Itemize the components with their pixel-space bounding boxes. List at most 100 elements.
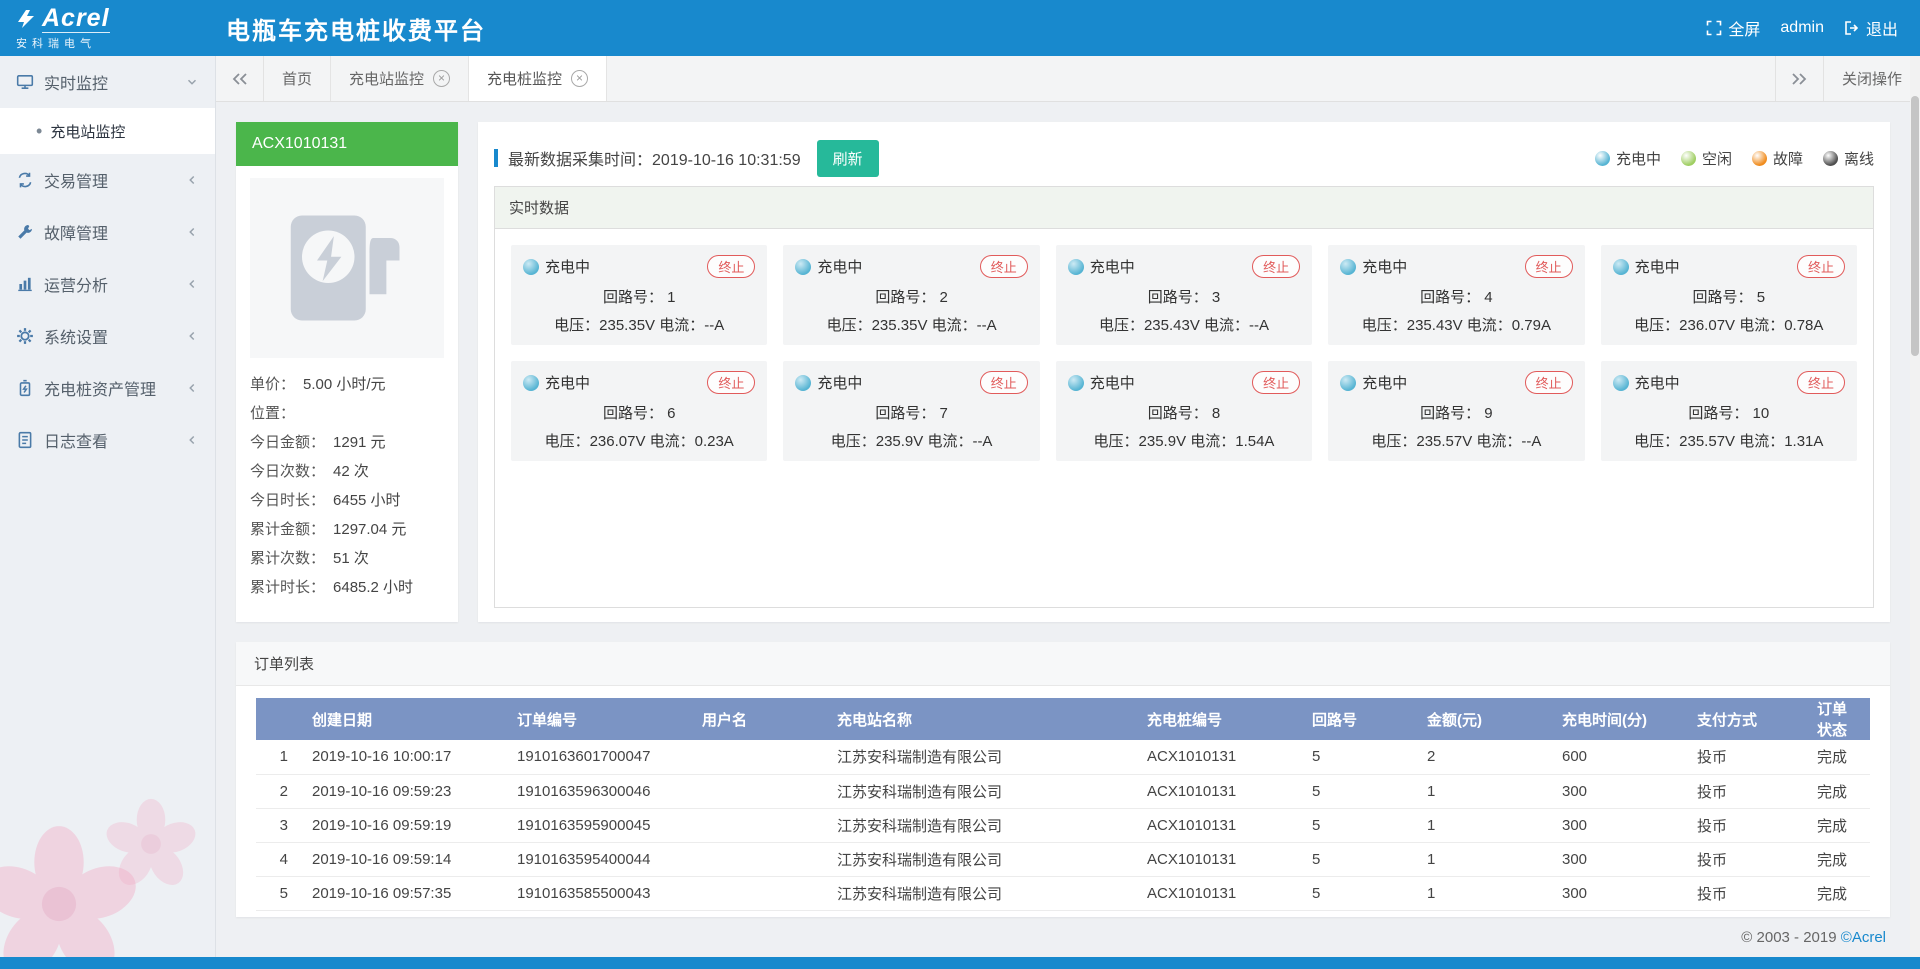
charging-status-icon: [1613, 259, 1629, 275]
close-operations-button[interactable]: 关闭操作: [1823, 56, 1920, 101]
terminate-button[interactable]: 终止: [707, 371, 755, 394]
circuit-readings: 电压：235.43V 电流：--A: [1068, 314, 1300, 335]
logout-button[interactable]: 退出: [1844, 16, 1898, 40]
terminate-button[interactable]: 终止: [1797, 371, 1845, 394]
terminate-button[interactable]: 终止: [980, 371, 1028, 394]
sidebar-item-label: 系统设置: [44, 324, 175, 348]
circuit-card: 充电中终止回路号： 6电压：236.07V 电流：0.23A: [511, 361, 767, 461]
cell: [692, 740, 827, 774]
monitor-toolbar: 最新数据采集时间：2019-10-16 10:31:59 刷新 充电中空闲故障离…: [494, 136, 1874, 180]
stat-label: 今日次数：: [250, 457, 325, 486]
terminate-button[interactable]: 终止: [980, 255, 1028, 278]
cell: 3: [256, 808, 302, 842]
brand-logo: Acrel 安科瑞电气: [0, 5, 216, 51]
circuit-readings: 电压：235.35V 电流：--A: [523, 314, 755, 335]
close-icon[interactable]: ×: [433, 70, 450, 87]
close-icon[interactable]: ×: [571, 70, 588, 87]
fullscreen-button[interactable]: 全屏: [1706, 16, 1760, 40]
sidebar-item-operation-analysis[interactable]: 运营分析: [0, 258, 215, 310]
tab-station-monitor[interactable]: 充电站监控 ×: [331, 56, 469, 101]
tab-label: 充电站监控: [349, 68, 424, 89]
fullscreen-icon: [1706, 20, 1722, 36]
circuit-card: 充电中终止回路号： 7电压：235.9V 电流：--A: [783, 361, 1039, 461]
cell: [692, 774, 827, 808]
stat-label: 累计时长：: [250, 573, 325, 602]
terminate-button[interactable]: 终止: [707, 255, 755, 278]
orders-header-row: 创建日期订单编号用户名充电站名称充电桩编号回路号金额(元)充电时间(分)支付方式…: [256, 698, 1870, 740]
cell: 2: [256, 774, 302, 808]
circuit-card-header: 充电中 终止: [1068, 371, 1300, 394]
circuit-number: 回路号： 1: [523, 286, 755, 307]
circuit-card: 充电中终止回路号： 2电压：235.35V 电流：--A: [783, 245, 1039, 345]
wrench-icon: [16, 223, 34, 241]
cell: 江苏安科瑞制造有限公司: [827, 876, 1137, 910]
tab-spacer: [607, 56, 1775, 101]
tab-pile-monitor[interactable]: 充电桩监控×: [469, 56, 607, 101]
stat-row: 位置：: [250, 399, 444, 428]
sidebar-item-label: 实时监控: [44, 70, 175, 94]
charging-status-icon: [795, 259, 811, 275]
cell: 1910163595400044: [507, 842, 692, 876]
cell: [692, 876, 827, 910]
circuit-readings: 电压：236.07V 电流：0.23A: [523, 430, 755, 451]
vertical-scrollbar[interactable]: [1910, 56, 1920, 957]
stat-label: 单价：: [250, 370, 295, 399]
sidebar-submenu: •充电站监控: [0, 108, 215, 154]
circuit-status-label: 充电中: [1090, 372, 1135, 393]
circuit-number: 回路号： 4: [1340, 286, 1572, 307]
cell: 1: [1417, 774, 1552, 808]
orders-panel: 订单列表 创建日期订单编号用户名充电站名称充电桩编号回路号金额(元)充电时间(分…: [236, 642, 1890, 917]
column-header: 创建日期: [302, 698, 507, 740]
charging-status-icon: [523, 375, 539, 391]
cell: 1910163585500043: [507, 876, 692, 910]
content-area: ACX1010131 单价：5.00 小时/元位置：今日金额：1291 元今日次…: [216, 102, 1920, 969]
legend-label: 充电中: [1616, 148, 1661, 169]
circuit-status-label: 充电中: [545, 372, 590, 393]
collect-time-label: 最新数据采集时间：: [508, 152, 652, 169]
chevron-left-icon: [185, 173, 199, 187]
circuit-status: 充电中: [795, 372, 862, 393]
tabs-scroll-left-button[interactable]: [216, 56, 264, 101]
sidebar-item-log-view[interactable]: 日志查看: [0, 414, 215, 466]
sidebar-item-system-settings[interactable]: 系统设置: [0, 310, 215, 362]
stat-row: 今日金额：1291 元: [250, 428, 444, 457]
circuit-readings: 电压：235.35V 电流：--A: [795, 314, 1027, 335]
cell: 1: [1417, 808, 1552, 842]
cell: 投币: [1687, 808, 1807, 842]
charging-status-icon: [1068, 375, 1084, 391]
sidebar-item-pile-asset-management[interactable]: 充电桩资产管理: [0, 362, 215, 414]
status-legend: 充电中空闲故障离线: [1595, 148, 1874, 169]
tab-home[interactable]: 首页: [264, 56, 331, 101]
terminate-button[interactable]: 终止: [1252, 371, 1300, 394]
terminate-button[interactable]: 终止: [1252, 255, 1300, 278]
copyright-text: © 2003 - 2019: [1741, 929, 1840, 946]
scrollbar-thumb[interactable]: [1911, 96, 1919, 356]
circuit-status: 充电中: [1340, 256, 1407, 277]
terminate-button[interactable]: 终止: [1525, 255, 1573, 278]
sidebar-item-fault-management[interactable]: 故障管理: [0, 206, 215, 258]
circuit-status: 充电中: [1613, 372, 1680, 393]
acrel-logo-icon: [16, 9, 36, 29]
cell: 完成: [1807, 774, 1870, 808]
sidebar-subitem-station-monitor[interactable]: •充电站监控: [0, 108, 215, 154]
terminate-button[interactable]: 终止: [1797, 255, 1845, 278]
flower-decoration: [0, 809, 154, 969]
cell: 1910163596300046: [507, 774, 692, 808]
tab-label: 首页: [282, 68, 312, 89]
table-row: 52019-10-16 09:57:351910163585500043江苏安科…: [256, 876, 1870, 910]
user-menu[interactable]: admin: [1780, 19, 1824, 37]
circuit-status-label: 充电中: [545, 256, 590, 277]
refresh-button[interactable]: 刷新: [817, 140, 879, 177]
cell: 投币: [1687, 876, 1807, 910]
sidebar-item-transaction-management[interactable]: 交易管理: [0, 154, 215, 206]
tabs-scroll-right-button[interactable]: [1775, 56, 1823, 101]
accent-bar: [494, 149, 498, 167]
collect-time-value: 2019-10-16 10:31:59: [652, 152, 801, 169]
table-row: 42019-10-16 09:59:141910163595400044江苏安科…: [256, 842, 1870, 876]
terminate-button[interactable]: 终止: [1525, 371, 1573, 394]
flower-decoration: [96, 789, 206, 899]
sidebar-item-realtime-monitor[interactable]: 实时监控: [0, 56, 215, 108]
realtime-data-title: 实时数据: [495, 187, 1873, 229]
logout-icon: [1844, 20, 1860, 36]
cell: 5: [1302, 808, 1417, 842]
